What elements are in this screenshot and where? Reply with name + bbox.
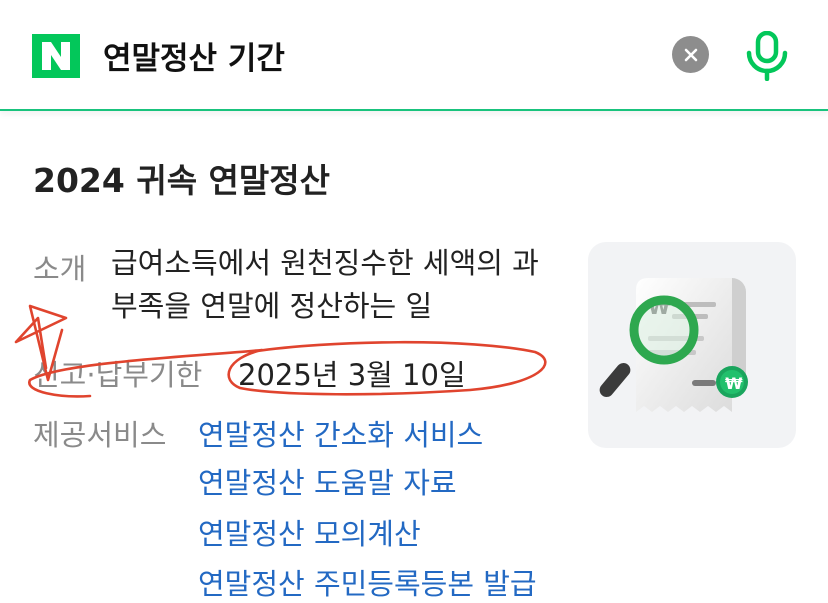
service-link-resident-registration[interactable]: 연말정산 주민등록등본 발급	[198, 561, 537, 603]
deadline-label: 신고·납부기한	[33, 358, 203, 392]
service-link-simplified[interactable]: 연말정산 간소화 서비스	[198, 412, 483, 454]
search-input[interactable]	[103, 30, 643, 80]
service-link-help-materials[interactable]: 연말정산 도움말 자료	[198, 460, 457, 502]
search-bar	[0, 0, 828, 111]
card-title: 2024 귀속 연말정산	[33, 161, 330, 200]
service-link-mock-calculation[interactable]: 연말정산 모의계산	[198, 511, 421, 553]
receipt-magnifier-icon: ₩ ₩	[599, 278, 748, 412]
intro-value: 급여소득에서 원천징수한 세액의 과부족을 연말에 정산하는 일	[111, 246, 539, 323]
services-label: 제공서비스	[33, 418, 167, 452]
clear-search-button[interactable]	[672, 36, 709, 73]
close-icon	[684, 48, 697, 61]
thumbnail-image[interactable]: ₩ ₩	[588, 242, 796, 448]
intro-label: 소개	[33, 252, 87, 286]
svg-text:₩: ₩	[725, 374, 743, 393]
microphone-icon	[746, 31, 788, 81]
deadline-value: 2025년 3월 10일	[238, 358, 466, 392]
voice-search-button[interactable]	[742, 30, 792, 82]
naver-logo-icon[interactable]	[32, 34, 80, 78]
